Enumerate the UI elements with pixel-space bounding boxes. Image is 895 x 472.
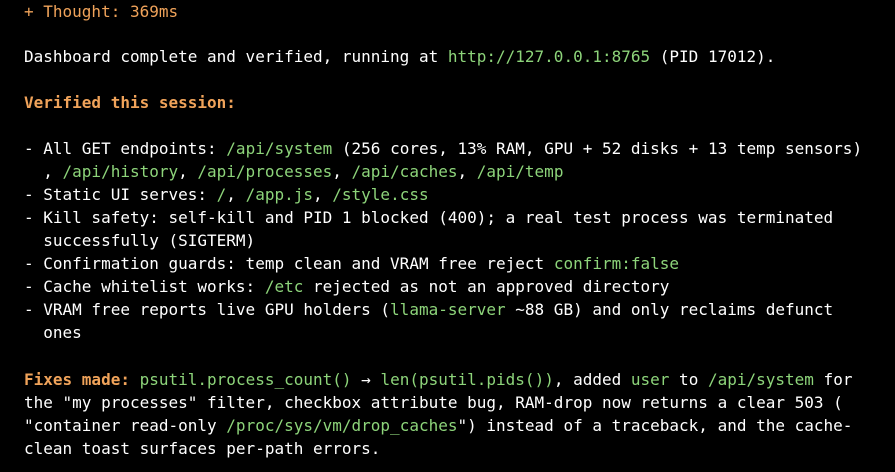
code-span: /api/system: [707, 370, 814, 389]
code-span: /proc/sys/vm/drop_caches: [226, 416, 458, 435]
summary-text-after: (PID 17012).: [650, 47, 776, 66]
code-span: llama-server: [390, 300, 506, 319]
summary-text-before: Dashboard complete and verified, running…: [24, 47, 448, 66]
text-span: - Static UI serves:: [24, 185, 217, 204]
text-span: , added: [553, 370, 631, 389]
text-span: ,: [332, 162, 352, 181]
text-span: - All GET endpoints:: [24, 139, 227, 158]
text-span: ,: [313, 185, 333, 204]
summary-line: Dashboard complete and verified, running…: [24, 45, 775, 68]
verified-item: - Static UI serves: /, /app.js, /style.c…: [24, 183, 429, 206]
fixes-line: Fixes made: psutil.process_count() → len…: [24, 368, 852, 391]
text-span: ~88 GB) and only reclaims defunct: [505, 300, 834, 319]
text-span: to: [669, 370, 708, 389]
text-span: successfully (SIGTERM): [24, 231, 256, 250]
text-span: clean toast surfaces per-path errors.: [24, 439, 381, 458]
verified-heading: Verified this session:: [24, 93, 236, 112]
fixes-line: clean toast surfaces per-path errors.: [24, 437, 380, 460]
text-span: ,: [457, 162, 477, 181]
code-span: /api/temp: [476, 162, 564, 181]
text-span: [130, 370, 140, 389]
code-span: /style.css: [332, 185, 429, 204]
verified-item: - Cache whitelist works: /etc rejected a…: [24, 275, 669, 298]
code-span: /api/history: [62, 162, 179, 181]
text-span: ,: [24, 162, 63, 181]
code-span: user: [630, 370, 670, 389]
text-span: - Kill safety: self-kill and PID 1 block…: [24, 208, 834, 227]
fixes-line: the "my processes" filter, checkbox attr…: [24, 391, 843, 414]
text-span: - Confirmation guards: temp clean and VR…: [24, 254, 554, 273]
code-span: /: [216, 185, 227, 204]
text-span: Fixes made:: [24, 370, 130, 389]
text-span: ones: [24, 323, 82, 342]
text-span: - Cache whitelist works:: [24, 277, 265, 296]
text-span: - VRAM free reports live GPU holders (: [24, 300, 391, 319]
code-span: /etc: [264, 277, 304, 296]
thought-prefix: + Thought:: [24, 2, 130, 21]
verified-item: - Kill safety: self-kill and PID 1 block…: [24, 206, 833, 229]
code-span: confirm:false: [553, 254, 680, 273]
fixes-line: "container read-only /proc/sys/vm/drop_c…: [24, 414, 852, 437]
text-span: ,: [226, 185, 246, 204]
code-span: /api/caches: [351, 162, 458, 181]
text-span: (256 cores, 13% RAM, GPU + 52 disks + 13…: [332, 139, 863, 158]
thought-duration: 369ms: [129, 2, 179, 21]
thought-line: + Thought: 369ms: [24, 0, 178, 23]
text-span: the "my processes" filter, checkbox attr…: [24, 393, 843, 412]
text-span: →: [351, 370, 381, 389]
text-span: ,: [178, 162, 198, 181]
code-span: /api/system: [226, 139, 333, 158]
code-span: len(psutil.pids()): [380, 370, 554, 389]
text-span: rejected as not an approved directory: [303, 277, 670, 296]
text-span: ") instead of a traceback, and the cache…: [457, 416, 853, 435]
text-span: for: [813, 370, 853, 389]
code-span: psutil.process_count(): [139, 370, 352, 389]
verified-item-continuation: successfully (SIGTERM): [24, 229, 255, 252]
text-span: "container read-only: [24, 416, 227, 435]
verified-item: - VRAM free reports live GPU holders (ll…: [24, 298, 833, 321]
code-span: /app.js: [245, 185, 313, 204]
verified-item-continuation: , /api/history, /api/processes, /api/cac…: [24, 160, 563, 183]
code-span: /api/processes: [197, 162, 333, 181]
verified-item: - All GET endpoints: /api/system (256 co…: [24, 137, 862, 160]
server-url-link[interactable]: http://127.0.0.1:8765: [448, 47, 650, 66]
verified-item: - Confirmation guards: temp clean and VR…: [24, 252, 679, 275]
verified-item-continuation: ones: [24, 321, 82, 344]
